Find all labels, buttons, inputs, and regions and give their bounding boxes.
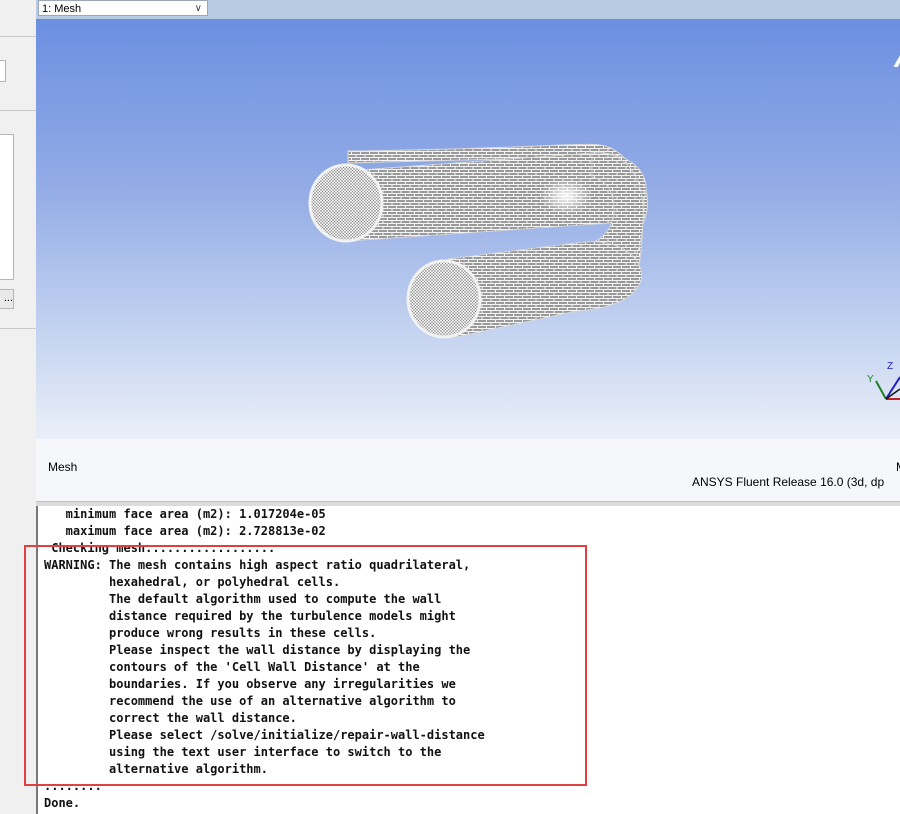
divider: [0, 36, 36, 37]
panel-list[interactable]: [0, 134, 14, 280]
axis-z-label: Z: [887, 361, 894, 372]
divider: [0, 328, 36, 329]
logo-glyph: A: [894, 41, 900, 75]
console-line: Done.: [44, 796, 81, 810]
console-line: contours of the 'Cell Wall Distance' at …: [44, 660, 420, 674]
console-line: correct the wall distance.: [44, 711, 297, 725]
console-line: produce wrong results in these cells.: [44, 626, 377, 640]
console-line: using the text user interface to switch …: [44, 745, 442, 759]
console-line: Please select /solve/initialize/repair-w…: [44, 728, 485, 742]
window-selector[interactable]: 1: Mesh ∨: [38, 0, 208, 16]
console-line: alternative algorithm.: [44, 762, 268, 776]
specular-highlight: [540, 178, 592, 214]
panel-more-label: ...: [3, 292, 13, 304]
window-selector-value: 1: Mesh: [42, 3, 82, 15]
inlet-cap: [308, 163, 384, 243]
viewport-caption-title: Mesh: [48, 460, 78, 474]
divider: [0, 110, 36, 111]
graphics-viewport[interactable]: Z Y A Mesh M ANSYS Fluent Release 16.0 (…: [36, 19, 900, 501]
axis-triad: [875, 376, 900, 400]
panel-field[interactable]: [0, 60, 6, 82]
outlet-cap: [406, 259, 482, 339]
viewport-footer: [36, 439, 900, 501]
release-caption: ANSYS Fluent Release 16.0 (3d, dp: [692, 475, 885, 489]
task-panel: ...: [0, 0, 37, 814]
console-line: recommend the use of an alternative algo…: [44, 694, 456, 708]
mesh-render: [308, 143, 900, 400]
console-line: ........: [44, 779, 102, 793]
axis-y-label: Y: [867, 374, 874, 385]
console-line: WARNING: The mesh contains high aspect r…: [44, 558, 471, 572]
console-line: hexahedral, or polyhedral cells.: [44, 575, 341, 589]
viewport-caption-right: M: [896, 460, 900, 474]
chevron-down-icon: ∨: [194, 3, 202, 14]
console-line: minimum face area (m2): 1.017204e-05: [44, 507, 326, 521]
graphics-toolbar: 1: Mesh ∨: [36, 0, 900, 19]
console-line: The default algorithm used to compute th…: [44, 592, 442, 606]
console-line: Checking mesh..................: [44, 541, 276, 555]
console-line: boundaries. If you observe any irregular…: [44, 677, 456, 691]
console-line: maximum face area (m2): 2.728813e-02: [44, 524, 326, 538]
console-output[interactable]: minimum face area (m2): 1.017204e-05 max…: [36, 506, 900, 814]
panel-more-button[interactable]: ...: [0, 289, 14, 309]
console-line: Please inspect the wall distance by disp…: [44, 643, 471, 657]
console-line: distance required by the turbulence mode…: [44, 609, 456, 623]
